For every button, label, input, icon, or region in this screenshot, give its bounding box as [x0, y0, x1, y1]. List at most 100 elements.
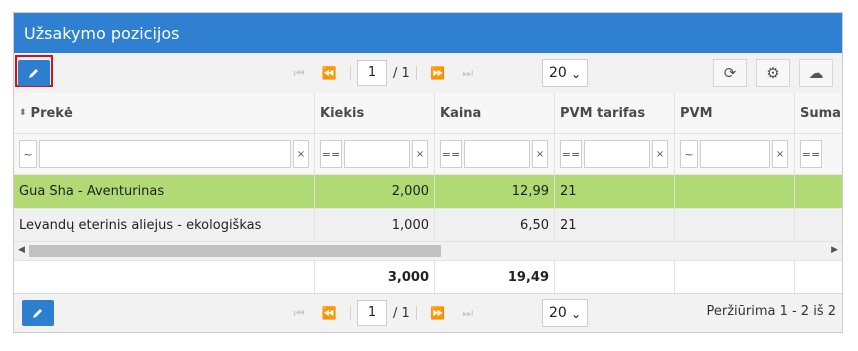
pager-divider — [415, 66, 417, 80]
page-number-input[interactable]: 1 — [357, 300, 387, 326]
filter-cell-pvm-tarifas: == × — [555, 134, 675, 174]
last-page-icon[interactable]: ⏭ — [453, 66, 483, 81]
pencil-icon — [33, 309, 42, 318]
page-total-label: / 1 — [393, 65, 410, 81]
clear-filter-icon[interactable]: × — [293, 140, 309, 168]
record-count-status: Peržiūrima 1 - 2 iš 2 — [706, 304, 836, 319]
page-size-select[interactable]: 20 ⌄ — [542, 299, 588, 327]
page-number-input[interactable]: 1 — [357, 60, 387, 86]
column-label: Suma — [800, 105, 841, 121]
filter-row: ~ × == × == × == × ~ × == — [14, 134, 842, 175]
filter-operator[interactable]: == — [560, 140, 582, 168]
download-button[interactable]: ☁ — [799, 59, 833, 87]
column-header-kaina[interactable]: Kaina — [435, 93, 555, 133]
pencil-icon — [29, 69, 38, 78]
total-kiekis: 3,000 — [315, 261, 435, 294]
totals-cell-pvm — [675, 261, 795, 294]
column-label: Kiekis — [320, 105, 365, 121]
panel-title: Užsakymo pozicijos — [14, 13, 842, 53]
filter-operator[interactable]: ~ — [680, 140, 698, 168]
refresh-icon: ⟳ — [723, 64, 737, 82]
page-size-value: 20 — [549, 305, 567, 321]
order-items-panel: Užsakymo pozicijos ⏮ ⏪ 1 / 1 ⏩ ⏭ 20 ⌄ ⟳ … — [13, 12, 843, 333]
page-size-value: 20 — [549, 65, 567, 81]
edit-button-bottom[interactable] — [22, 300, 54, 326]
column-header-suma[interactable]: Suma — [795, 93, 842, 133]
filter-operator[interactable]: == — [320, 140, 342, 168]
scroll-left-icon[interactable]: ◀ — [18, 245, 25, 255]
column-header-pvm-tarifas[interactable]: PVM tarifas — [555, 93, 675, 133]
column-label: PVM — [680, 105, 713, 121]
prev-page-icon[interactable]: ⏪ — [314, 306, 344, 320]
cloud-download-icon: ☁ — [808, 64, 824, 82]
pager-divider — [415, 306, 417, 320]
settings-button[interactable]: ⚙ — [756, 59, 790, 87]
cell-kiekis[interactable]: 2,000 — [315, 175, 435, 208]
totals-row: 3,000 19,49 — [14, 261, 842, 295]
filter-cell-kiekis: == × — [315, 134, 435, 174]
filter-cell-pvm: ~ × — [675, 134, 795, 174]
totals-cell-pvm-tarifas — [555, 261, 675, 294]
page-size-select[interactable]: 20 ⌄ — [542, 59, 588, 87]
cell-pvm-tarifas[interactable]: 21 — [555, 209, 675, 241]
edit-button[interactable] — [18, 60, 50, 86]
column-header-kiekis[interactable]: Kiekis — [315, 93, 435, 133]
filter-input[interactable] — [344, 140, 410, 168]
totals-cell-preke — [14, 261, 315, 294]
totals-cell-suma — [795, 261, 842, 294]
page-total-label: / 1 — [393, 305, 410, 321]
refresh-button[interactable]: ⟳ — [713, 59, 747, 87]
top-pager: ⏮ ⏪ 1 / 1 ⏩ ⏭ — [284, 59, 483, 87]
cell-suma[interactable] — [795, 175, 842, 208]
column-header-pvm[interactable]: PVM — [675, 93, 795, 133]
first-page-icon[interactable]: ⏮ — [284, 306, 314, 321]
filter-operator[interactable]: == — [800, 140, 822, 168]
filter-cell-suma: == — [795, 134, 842, 174]
chevron-down-icon: ⌄ — [570, 307, 581, 321]
bottom-toolbar: ⏮ ⏪ 1 / 1 ⏩ ⏭ 20 ⌄ Peržiūrima 1 - 2 iš 2 — [14, 293, 842, 332]
filter-cell-kaina: == × — [435, 134, 555, 174]
filter-cell-preke: ~ × — [14, 134, 315, 174]
table-row[interactable]: Levandų eterinis aliejus - ekologiškas 1… — [14, 209, 842, 242]
cell-pvm[interactable] — [675, 209, 795, 241]
next-page-icon[interactable]: ⏩ — [423, 66, 453, 80]
data-grid: ⬍ Prekė Kiekis Kaina PVM tarifas PVM Sum… — [14, 93, 842, 295]
header-row: ⬍ Prekė Kiekis Kaina PVM tarifas PVM Sum… — [14, 93, 842, 134]
cell-preke[interactable]: Gua Sha - Aventurinas — [14, 175, 315, 208]
column-label: Prekė — [30, 105, 73, 121]
filter-input[interactable] — [700, 140, 770, 168]
cell-preke[interactable]: Levandų eterinis aliejus - ekologiškas — [14, 209, 315, 241]
first-page-icon[interactable]: ⏮ — [284, 66, 314, 81]
cell-suma[interactable] — [795, 209, 842, 241]
filter-operator[interactable]: == — [440, 140, 462, 168]
filter-operator[interactable]: ~ — [19, 140, 37, 168]
prev-page-icon[interactable]: ⏪ — [314, 66, 344, 80]
scroll-right-icon[interactable]: ▶ — [831, 245, 838, 255]
column-label: PVM tarifas — [560, 105, 646, 121]
sort-icon[interactable]: ⬍ — [19, 108, 27, 118]
filter-input[interactable] — [464, 140, 530, 168]
chevron-down-icon: ⌄ — [570, 67, 581, 81]
column-header-preke[interactable]: ⬍ Prekė — [14, 93, 315, 133]
bottom-pager: ⏮ ⏪ 1 / 1 ⏩ ⏭ — [284, 299, 483, 327]
cell-kaina[interactable]: 12,99 — [435, 175, 555, 208]
cell-kiekis[interactable]: 1,000 — [315, 209, 435, 241]
clear-filter-icon[interactable]: × — [532, 140, 548, 168]
total-kaina: 19,49 — [435, 261, 555, 294]
column-label: Kaina — [440, 105, 482, 121]
table-row[interactable]: Gua Sha - Aventurinas 2,000 12,99 21 — [14, 175, 842, 209]
clear-filter-icon[interactable]: × — [772, 140, 788, 168]
horizontal-scrollbar[interactable]: ◀ ▶ — [14, 242, 842, 261]
last-page-icon[interactable]: ⏭ — [453, 306, 483, 321]
scrollbar-thumb[interactable] — [29, 245, 441, 257]
filter-input[interactable] — [584, 140, 650, 168]
cell-pvm-tarifas[interactable]: 21 — [555, 175, 675, 208]
next-page-icon[interactable]: ⏩ — [423, 306, 453, 320]
filter-input[interactable] — [39, 140, 291, 168]
clear-filter-icon[interactable]: × — [412, 140, 428, 168]
pager-divider — [350, 66, 351, 80]
cell-kaina[interactable]: 6,50 — [435, 209, 555, 241]
clear-filter-icon[interactable]: × — [652, 140, 668, 168]
pager-divider — [350, 306, 351, 320]
cell-pvm[interactable] — [675, 175, 795, 208]
